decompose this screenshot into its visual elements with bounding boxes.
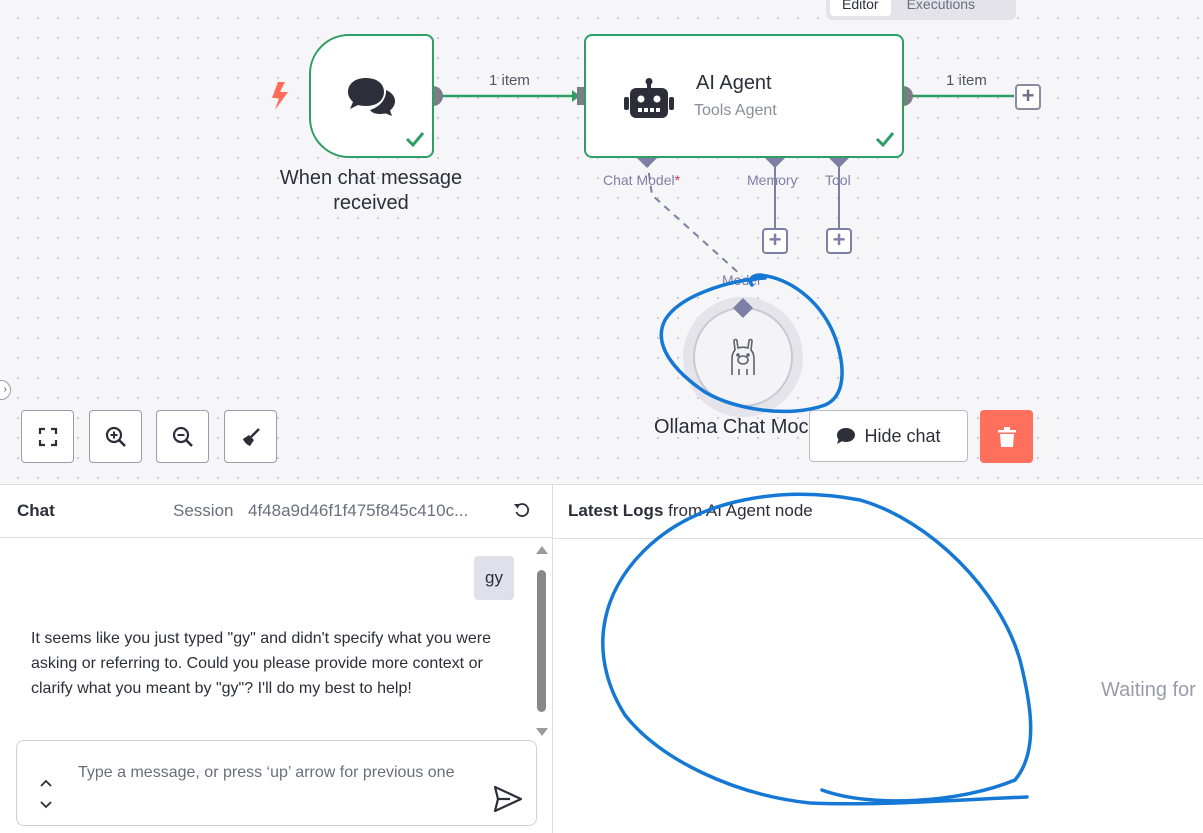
zoom-in-icon <box>105 426 126 447</box>
trigger-node-name: When chat message received <box>279 167 463 214</box>
success-check-icon <box>405 132 425 147</box>
fit-view-icon <box>38 427 57 446</box>
send-icon[interactable] <box>494 786 522 812</box>
chat-input[interactable]: Type a message, or press ‘up’ arrow for … <box>78 761 478 785</box>
broom-icon <box>242 427 260 446</box>
scroll-down-arrow-icon[interactable] <box>536 728 548 736</box>
trigger-bolt-icon <box>272 82 288 110</box>
tidy-up-button[interactable] <box>224 410 277 463</box>
chat-scrollbar[interactable] <box>535 546 549 736</box>
add-next-node-button[interactable]: + <box>1015 84 1041 110</box>
ollama-node <box>693 307 793 407</box>
logs-title: Latest Logs from AI Agent node <box>568 501 813 520</box>
add-tool-button[interactable]: + <box>826 228 852 254</box>
hide-chat-label: Hide chat <box>864 425 941 446</box>
user-message: gy <box>474 556 514 600</box>
chat-title: Chat <box>17 501 55 520</box>
history-up-icon[interactable] <box>39 777 53 789</box>
session-id[interactable]: 4f48a9d46f1f475f845c410c... <box>248 501 468 521</box>
delete-button[interactable] <box>980 410 1033 463</box>
scroll-thumb[interactable] <box>537 570 546 712</box>
scroll-up-arrow-icon[interactable] <box>536 546 548 554</box>
output-item-count: 1 item <box>946 72 987 89</box>
robot-icon <box>624 78 674 118</box>
hide-chat-button[interactable]: Hide chat <box>809 410 968 462</box>
fit-view-button[interactable] <box>21 410 74 463</box>
logs-divider <box>553 538 1203 539</box>
workflow-canvas[interactable]: Editor Executions When chat message rece… <box>0 0 1203 484</box>
chat-model-port-label: Chat Model* <box>603 172 681 188</box>
chat-panel: Chat Session 4f48a9d46f1f475f845c410c...… <box>0 484 553 833</box>
session-label: Session <box>173 501 234 520</box>
connection-item-count: 1 item <box>489 72 530 89</box>
memory-port-label: Memory <box>747 172 798 188</box>
tool-port-label: Tool <box>825 172 851 188</box>
add-memory-button[interactable]: + <box>762 228 788 254</box>
chat-input-box[interactable]: Type a message, or press ‘up’ arrow for … <box>16 740 537 826</box>
waiting-text: Waiting for <box>1101 679 1196 701</box>
zoom-out-icon <box>172 426 193 447</box>
agent-node-title: AI Agent <box>696 72 772 94</box>
trigger-node[interactable] <box>309 34 434 158</box>
chat-header: Chat Session 4f48a9d46f1f475f845c410c... <box>0 485 553 538</box>
reset-session-icon[interactable] <box>513 501 531 519</box>
logs-panel: Latest Logs from AI Agent node Waiting f… <box>553 484 1203 833</box>
ollama-model-port-label: Model <box>722 272 761 288</box>
chat-icon <box>837 428 856 444</box>
agent-node-subtitle: Tools Agent <box>694 102 777 119</box>
ai-agent-node[interactable]: AI Agent Tools Agent <box>584 34 904 158</box>
chat-messages[interactable]: gy It seems like you just typed "gy" and… <box>0 538 553 738</box>
chat-bubbles-icon <box>348 78 395 116</box>
zoom-in-button[interactable] <box>89 410 142 463</box>
bot-message: It seems like you just typed "gy" and di… <box>31 630 491 697</box>
trash-icon <box>997 426 1016 447</box>
zoom-out-button[interactable] <box>156 410 209 463</box>
history-down-icon[interactable] <box>39 799 53 811</box>
ollama-node-name: Ollama Chat Moc <box>654 416 809 438</box>
success-check-icon <box>875 132 895 147</box>
